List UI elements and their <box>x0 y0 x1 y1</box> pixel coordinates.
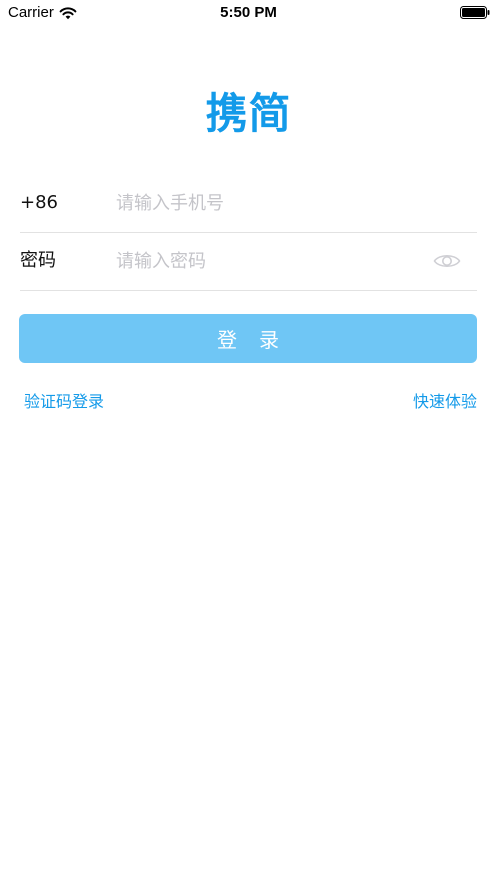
password-input[interactable] <box>116 245 416 277</box>
battery-icon <box>460 6 490 19</box>
eye-icon[interactable] <box>433 250 461 272</box>
app-title: 携简 <box>205 89 292 138</box>
quick-trial-link[interactable]: 快速体验 <box>413 388 477 412</box>
status-time: 5:50 PM <box>220 4 277 21</box>
status-bar: Carrier 5:50 PM <box>0 0 497 26</box>
country-code-label[interactable]: +86 <box>20 174 58 232</box>
login-button[interactable]: 登录 <box>19 314 477 363</box>
password-row: 密码 <box>20 232 477 291</box>
phone-row: +86 <box>20 174 477 233</box>
password-label: 密码 <box>20 250 56 271</box>
phone-input[interactable] <box>116 187 416 219</box>
sms-login-link[interactable]: 验证码登录 <box>24 388 104 412</box>
